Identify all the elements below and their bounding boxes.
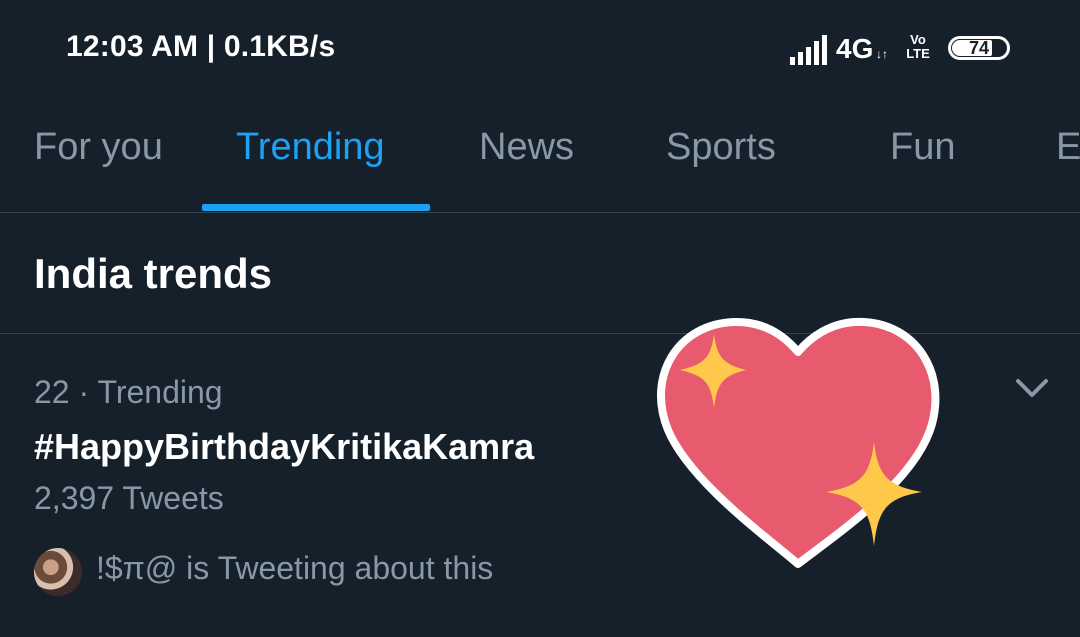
status-time-speed: 12:03 AM | 0.1KB/s	[66, 30, 336, 63]
network-type: 4G	[836, 33, 874, 64]
volte-indicator: Vo LTE	[900, 33, 936, 61]
volte-top: Vo	[910, 32, 926, 47]
battery-icon: 74	[948, 36, 1014, 64]
app-screen: 12:03 AM | 0.1KB/s 4G ↓↑ Vo LTE 74 For y…	[0, 0, 1080, 637]
signal-icon	[790, 35, 827, 65]
trend-context-text: !$π@ is Tweeting about this	[96, 550, 494, 586]
tab-for-you[interactable]: For you	[34, 126, 163, 169]
trend-meta: 22 · Trending	[34, 374, 223, 410]
volte-bottom: LTE	[906, 46, 930, 61]
status-bar: 12:03 AM | 0.1KB/s 4G ↓↑ Vo LTE 74	[0, 0, 1080, 100]
section-title: India trends	[34, 250, 273, 297]
tab-fun[interactable]: Fun	[890, 126, 955, 169]
chevron-down-icon[interactable]	[1014, 376, 1050, 400]
trend-hashtag[interactable]: #HappyBirthdayKritikaKamra	[34, 426, 534, 468]
active-tab-indicator	[202, 204, 430, 211]
explore-tabs: For you Trending News Sports Fun E	[0, 100, 1080, 213]
tab-sports[interactable]: Sports	[666, 126, 776, 169]
trend-tweet-count: 2,397 Tweets	[34, 480, 224, 516]
avatar	[34, 548, 82, 596]
tab-entertainment[interactable]: E	[1056, 126, 1080, 169]
sparkling-heart-icon	[657, 317, 940, 568]
battery-percent: 74	[968, 38, 990, 58]
network-activity-icon: ↓↑	[876, 47, 888, 61]
heart-shape	[657, 317, 940, 568]
tab-trending[interactable]: Trending	[236, 126, 385, 169]
tab-news[interactable]: News	[479, 126, 574, 169]
